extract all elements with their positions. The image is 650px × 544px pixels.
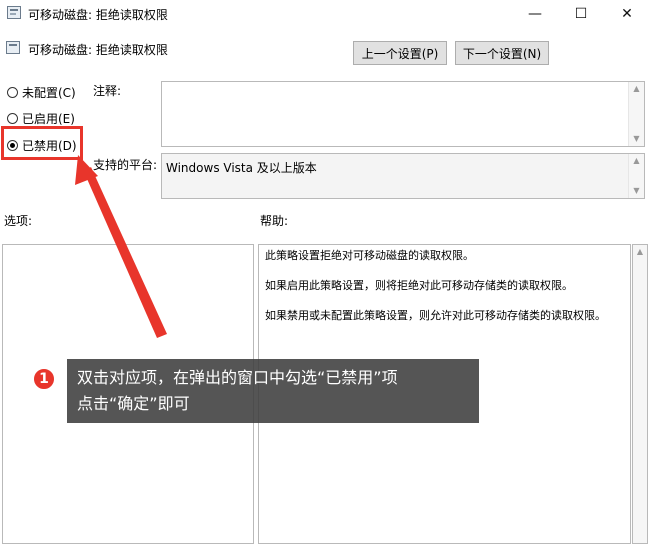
comment-label: 注释: [93,84,122,98]
policy-title: 可移动磁盘: 拒绝读取权限 [28,43,168,57]
comment-scrollbar[interactable]: ▲ ▼ [628,82,644,146]
policy-setting-icon [6,41,20,54]
scroll-up-icon[interactable]: ▲ [633,247,647,256]
step-number-badge: 1 [32,367,56,391]
scroll-down-icon[interactable]: ▼ [629,184,644,198]
scroll-up-icon[interactable]: ▲ [629,154,644,168]
help-paragraph: 如果禁用或未配置此策略设置，则允许对此可移动存储类的读取权限。 [265,309,606,322]
platform-field: Windows Vista 及以上版本 ▲ ▼ [161,153,645,199]
help-text: 此策略设置拒绝对可移动磁盘的读取权限。 如果启用此策略设置，则将拒绝对此可移动存… [265,249,635,339]
radio-not-configured[interactable]: 未配置(C) [7,84,76,100]
next-setting-button[interactable]: 下一个设置(N) [455,41,549,65]
instruction-line-1: 双击对应项，在弹出的窗口中勾选“已禁用”项 [77,368,398,387]
close-button[interactable]: ✕ [604,0,650,28]
help-label: 帮助: [260,214,289,228]
instruction-line-2: 点击“确定”即可 [77,394,190,413]
help-paragraph: 如果启用此策略设置，则将拒绝对此可移动存储类的读取权限。 [265,279,573,292]
radio-label: 未配置(C) [22,85,76,100]
radio-enabled[interactable]: 已启用(E) [7,110,75,126]
window-title: 可移动磁盘: 拒绝读取权限 [28,8,168,22]
instruction-callout: 双击对应项，在弹出的窗口中勾选“已禁用”项 点击“确定”即可 [67,359,479,423]
options-label: 选项: [4,214,33,228]
maximize-button[interactable]: ☐ [558,0,604,28]
scroll-up-icon[interactable]: ▲ [629,82,644,96]
scroll-down-icon[interactable]: ▼ [629,132,644,146]
radio-circle [7,112,18,124]
help-paragraph: 此策略设置拒绝对可移动磁盘的读取权限。 [265,249,474,262]
disabled-option-highlight [1,126,83,160]
policy-app-icon [7,6,21,19]
minimize-button[interactable]: — [512,0,558,28]
radio-circle [7,86,18,98]
platform-label: 支持的平台: [93,158,158,172]
comment-textarea[interactable]: ▲ ▼ [161,81,645,147]
platform-value: Windows Vista 及以上版本 [166,161,317,175]
platform-scrollbar[interactable]: ▲ ▼ [628,154,644,198]
help-scrollbar[interactable]: ▲ [632,244,648,544]
previous-setting-button[interactable]: 上一个设置(P) [353,41,447,65]
title-bar: 可移动磁盘: 拒绝读取权限 — ☐ ✕ [0,0,650,28]
radio-label: 已启用(E) [22,111,75,126]
